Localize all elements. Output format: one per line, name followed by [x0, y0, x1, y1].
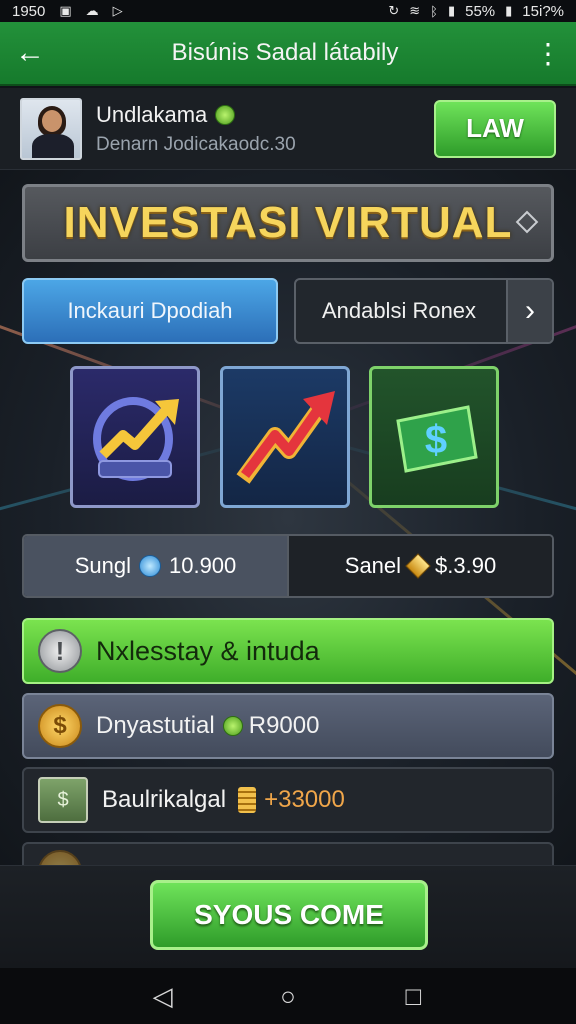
row-label: Baulrikalgal — [102, 786, 227, 813]
tile-trend-arrow[interactable] — [220, 366, 350, 508]
bluetooth-icon: ᛒ — [430, 3, 438, 19]
battery-icon: ▮ — [505, 3, 513, 18]
nav-home-icon[interactable]: ○ — [268, 976, 308, 1016]
stat-left: Sungl 10.900 — [24, 536, 287, 596]
status-bar: 1950 ▣ ☁ ▷ ↻ ≋ ᛒ ▮ 55% ▮ 15i?% — [0, 0, 576, 22]
main-content: INVESTASI VIRTUAL Inckauri Dpodiah Andab… — [0, 170, 576, 865]
app-bar: ← Bisúnis Sadal látabily ⋮ — [0, 22, 576, 86]
app-title: Bisúnis Sadal látabily — [171, 39, 399, 66]
cloud-icon: ☁ — [85, 3, 99, 18]
status-extra: 15i?% — [522, 2, 564, 20]
coin-stack-icon — [238, 787, 257, 813]
nav-back-icon[interactable]: ◁ — [143, 976, 183, 1016]
profile-subtitle: Denarn Jodicakaodc.30 — [96, 133, 296, 155]
play-icon: ▷ — [112, 3, 123, 18]
trend-arrow-icon — [236, 391, 335, 484]
warning-icon: ! — [38, 629, 82, 673]
battery-percent: 55% — [465, 2, 496, 20]
primary-action-button[interactable]: SYOUS COME — [150, 880, 428, 950]
coin-icon — [215, 104, 236, 125]
wifi-icon: ≋ — [409, 3, 421, 18]
nav-recents-icon[interactable]: □ — [393, 976, 433, 1016]
stat-right-label: Sanel — [344, 553, 402, 578]
tile-rising-chart[interactable] — [70, 366, 200, 508]
stats-bar: Sungl 10.900 Sanel $.3.90 — [22, 534, 554, 598]
row-amount: +33000 — [264, 786, 345, 813]
row-amount: R9000 — [248, 712, 320, 739]
row-label: Dnyastutial — [96, 712, 215, 739]
avatar[interactable] — [20, 97, 82, 160]
blue-gem-icon — [138, 555, 161, 577]
profile-name: Undlakama — [96, 101, 208, 127]
law-button[interactable]: LAW — [434, 99, 556, 158]
tab-left-label: Inckauri Dpodiah — [67, 298, 233, 323]
diamond-icon — [515, 210, 539, 234]
signal-icon: ▮ — [447, 3, 456, 18]
row-label: Nxlesstay & intuda — [96, 635, 320, 666]
list-item-warning[interactable]: ! Nxlesstay & intuda — [22, 618, 554, 684]
system-nav-bar: ◁ ○ □ — [0, 968, 576, 1024]
dollar-coin-icon: $ — [38, 704, 82, 748]
coin-icon — [38, 850, 82, 865]
profile-header: Undlakama Denarn Jodicakaodc.30 LAW — [0, 88, 576, 170]
status-time: 1950 — [12, 2, 46, 20]
list-item-cash[interactable]: $ Baulrikalgal +33000 — [22, 767, 554, 833]
cash-stack-icon: $ — [38, 777, 88, 823]
tab-right[interactable]: Andablsi Ronex › — [294, 278, 554, 344]
stat-left-value: 10.900 — [168, 553, 237, 578]
title-banner: INVESTASI VIRTUAL — [22, 184, 554, 262]
coin-icon — [222, 716, 243, 736]
rising-chart-icon — [93, 397, 179, 481]
list-item-dollar[interactable]: $ Dnyastutial R9000 — [22, 693, 554, 759]
stat-right-value: $.3.90 — [435, 553, 497, 578]
stat-right: Sanel $.3.90 — [287, 536, 552, 596]
tab-left[interactable]: Inckauri Dpodiah — [22, 278, 278, 344]
tab-right-label: Andablsi Ronex — [321, 298, 477, 323]
tile-dollar-bill[interactable]: $ — [369, 366, 499, 508]
sync-icon: ↻ — [388, 3, 400, 18]
banner-title: INVESTASI VIRTUAL — [63, 198, 513, 247]
notification-icon: ▣ — [59, 3, 72, 18]
chevron-right-icon[interactable]: › — [506, 280, 552, 342]
svg-text:$: $ — [425, 418, 447, 462]
more-options-icon[interactable]: ⋮ — [520, 21, 576, 85]
gold-gem-icon — [405, 553, 431, 579]
stat-left-label: Sungl — [74, 553, 131, 578]
list-item-partial[interactable] — [22, 842, 554, 865]
dollar-bill-icon: $ — [396, 405, 478, 473]
bottom-action-bar: SYOUS COME — [0, 865, 576, 968]
